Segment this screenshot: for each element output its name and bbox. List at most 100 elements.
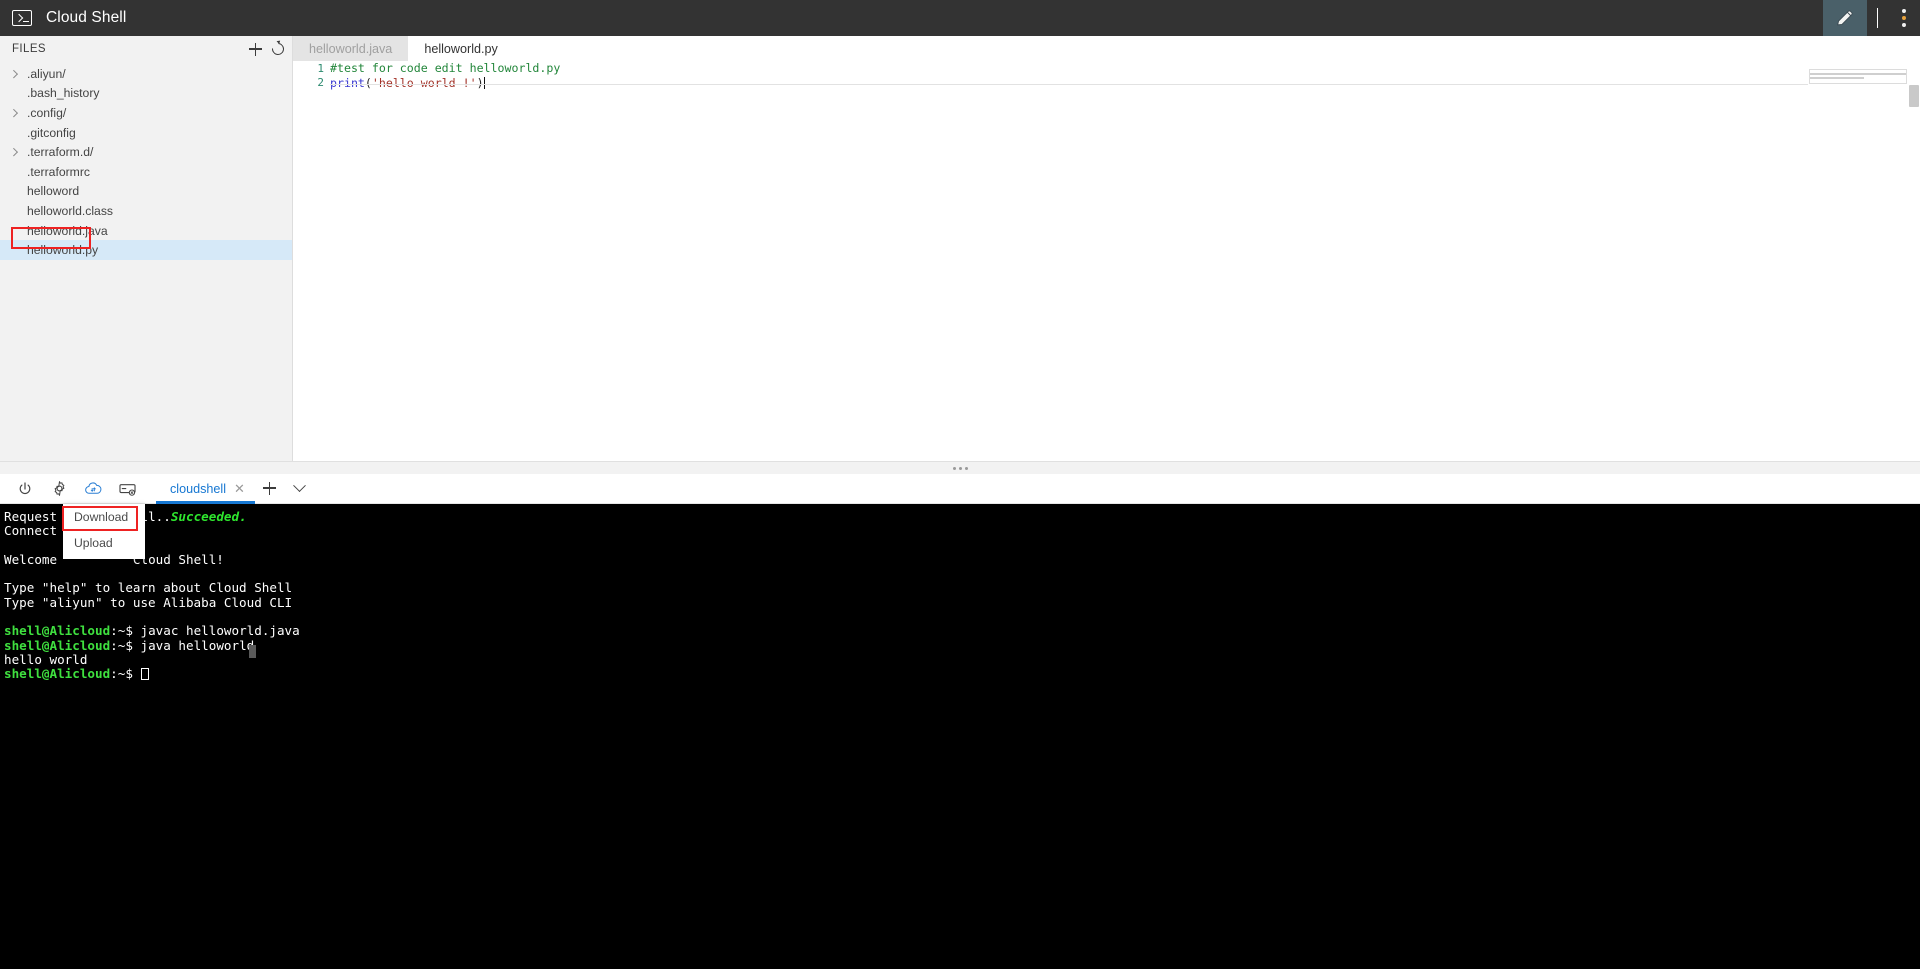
sidebar-actions [249,40,287,58]
terminal-text-help: Type "help" to learn about Cloud Shell [4,580,293,596]
file-tree-item[interactable]: .config/ [0,103,292,123]
terminal-command-line: shell@Alicloud:~$ [4,667,1920,681]
file-name: .bash_history [27,86,100,101]
terminal-text: Cloud Shell! [132,551,224,567]
kebab-dot-1 [1902,9,1906,13]
terminal-text-cli: Type "aliyun" to use Alibaba Cloud CLI [4,594,293,610]
editor-vertical-scrollbar[interactable] [1907,61,1920,461]
terminal-text: Connect [4,523,58,539]
editor-tab-helloworld-java[interactable]: helloworld.java [293,36,409,61]
code-token-function: print [330,75,365,90]
code-line: 1 #test for code edit helloworld.py [293,61,1920,76]
minimap-line [1810,73,1906,75]
plus-icon [262,481,277,496]
file-transfer-dropdown: Download Upload [63,504,145,559]
file-name: .aliyun/ [27,66,66,81]
tab-label: helloworld.py [424,41,498,56]
minimap-line [1810,77,1864,79]
terminal-output[interactable]: Request Shell..Succeeded. Connect Welcom… [0,504,1920,969]
close-icon[interactable]: ✕ [234,482,245,495]
file-name: helloworld.py [27,243,99,258]
editor-tabbar: helloworld.java helloworld.py [293,36,1920,61]
file-name: .terraform.d/ [27,145,94,160]
file-tree: .aliyun/ .bash_history .config/ .gitconf… [0,62,292,260]
text-caret [483,76,486,89]
code-token-paren-open: ( [364,75,372,90]
grip-dot [952,466,956,470]
file-tree-item[interactable]: helloworld.java [0,221,292,241]
power-icon[interactable] [8,474,42,504]
grip-dot [958,466,962,470]
gear-icon[interactable] [42,474,76,504]
code-token-string: 'hello world !' [371,75,477,90]
terminal-path: :~$ [110,637,133,653]
cloud-transfer-icon[interactable] [76,474,110,504]
dropdown-item-label: Upload [74,536,113,550]
code-token-paren-close: ) [476,75,484,90]
file-tree-item[interactable]: .terraformrc [0,162,292,182]
code-text: #test for code edit helloworld.py [330,61,560,75]
terminal-command: java helloworld [140,637,255,653]
file-tree-item[interactable]: .gitconfig [0,123,292,143]
kebab-dot-3 [1902,23,1906,27]
terminal-path: :~$ [110,666,133,682]
panel-splitter[interactable] [0,461,1920,474]
terminal-icon [12,10,32,26]
chevron-right-icon[interactable] [8,149,22,155]
code-line: 2 print('hello world !') [293,76,1920,91]
tab-label: helloworld.java [309,41,393,56]
terminal-cursor [140,668,149,681]
code-content[interactable]: 1 #test for code edit helloworld.py 2 pr… [293,61,1920,461]
file-tree-item[interactable]: helloword [0,182,292,202]
header-divider [1877,8,1878,28]
storage-icon[interactable] [110,474,144,504]
new-terminal-plus-icon[interactable] [255,474,285,504]
app-title: Cloud Shell [46,9,127,26]
kebab-menu-icon[interactable] [1888,0,1920,36]
app-header: Cloud Shell [0,0,1920,36]
terminal-line: hello world [4,651,1920,667]
plus-icon[interactable] [249,42,262,56]
file-tree-item[interactable]: .terraform.d/ [0,142,292,162]
terminal-tab-label: cloudshell [170,481,227,496]
terminal-output-text: hello world [4,651,88,667]
files-label: FILES [12,43,46,55]
terminal-line: Type "help" to learn about Cloud Shell [4,581,1920,595]
chevron-down-icon [293,479,307,493]
dropdown-item-download[interactable]: Download [63,504,145,530]
sidebar-header: FILES [0,36,292,62]
refresh-icon[interactable] [269,40,287,58]
code-editor: helloworld.java helloworld.py 1 #test fo… [293,36,1920,461]
file-tree-item[interactable]: .aliyun/ [0,64,292,84]
terminal-toolbar: cloudshell ✕ [0,474,1920,504]
chevron-right-icon[interactable] [8,110,22,116]
code-minimap [1810,73,1906,82]
terminal-menu-chevron[interactable] [285,474,315,504]
terminal-command-line: shell@Alicloud:~$ javac helloworld.java [4,624,1920,638]
current-line-underline [330,84,1808,85]
terminal-command: javac helloworld.java [140,623,300,639]
file-tree-item[interactable]: .bash_history [0,84,292,104]
code-token-comment: #test for code edit helloworld.py [330,61,561,76]
code-text: print('hello world !') [330,75,486,90]
file-tree-item-selected[interactable]: helloworld.py [0,240,292,260]
terminal-text: Request [4,509,58,524]
editor-tab-helloworld-py[interactable]: helloworld.py [408,36,514,61]
chevron-right-icon[interactable] [8,71,22,77]
line-number: 2 [317,76,324,90]
terminal-line: Welcome Cloud Shell! [4,551,1920,567]
file-name: helloworld.class [27,203,114,218]
pencil-icon[interactable] [1823,0,1867,36]
line-number: 1 [317,61,324,75]
file-name: .terraformrc [27,164,90,179]
terminal-prompt: shell@Alicloud [4,637,111,653]
terminal-line: Connect [4,524,1920,538]
terminal-line: Type "aliyun" to use Alibaba Cloud CLI [4,594,1920,610]
terminal-tab-cloudshell[interactable]: cloudshell ✕ [156,474,255,504]
dropdown-item-upload[interactable]: Upload [63,530,145,556]
file-tree-item[interactable]: helloworld.class [0,201,292,221]
terminal-command-line: shell@Alicloud:~$ java helloworld [4,637,1920,653]
scrollbar-thumb[interactable] [1909,85,1919,107]
kebab-dot-2 [1902,16,1906,20]
